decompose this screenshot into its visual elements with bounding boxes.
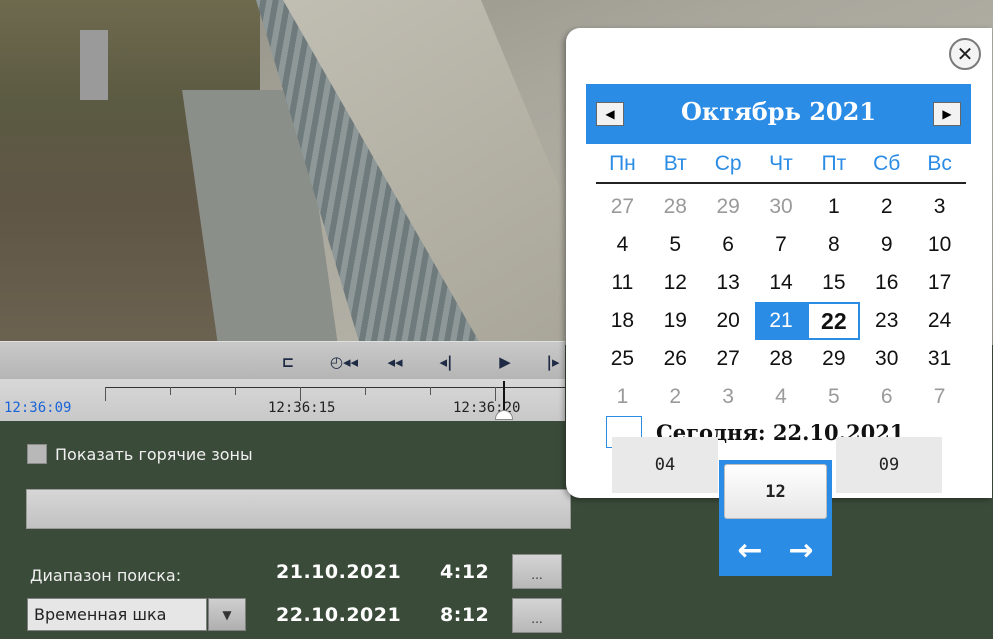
time-current-value[interactable]: 12 xyxy=(724,464,827,519)
time-arrows: ← → xyxy=(719,530,832,570)
time-next-value[interactable]: 09 xyxy=(836,437,942,493)
calendar-day[interactable]: 9 xyxy=(860,226,913,264)
calendar-day-other-month[interactable]: 7 xyxy=(913,378,966,416)
calendar-day[interactable]: 1 xyxy=(807,188,860,226)
timeline-tick xyxy=(430,387,431,395)
calendar-day-other-month[interactable]: 5 xyxy=(807,378,860,416)
mode-select[interactable]: Временная шка xyxy=(27,598,207,631)
calendar-day[interactable]: 25 xyxy=(596,340,649,378)
timeline-label: 12:36:15 xyxy=(268,400,336,416)
exit-archive-icon[interactable]: ⊏ xyxy=(276,351,300,373)
date-picker-popup: ✕ ◀ Октябрь 2021 ▶ Пн Вт Ср Чт Пт Сб Вс 27 28 29… xyxy=(566,28,992,498)
range-from-picker-button[interactable]: ... xyxy=(512,554,562,589)
arrow-right-icon[interactable]: → xyxy=(789,533,814,568)
calendar-day[interactable]: 31 xyxy=(913,340,966,378)
range-to-time: 8:12 xyxy=(440,604,490,626)
weekday-header: Пн Вт Ср Чт Пт Сб Вс xyxy=(596,152,966,184)
arrow-left-icon[interactable]: ← xyxy=(737,533,762,568)
fast-rewind-icon[interactable]: ◂◂ xyxy=(380,351,410,373)
search-field[interactable] xyxy=(26,489,571,529)
calendar-day-other-month[interactable]: 27 xyxy=(596,188,649,226)
weekday-label: Вс xyxy=(927,152,952,175)
calendar-day[interactable]: 27 xyxy=(702,340,755,378)
calendar-day[interactable]: 19 xyxy=(649,302,702,340)
calendar-day[interactable]: 17 xyxy=(913,264,966,302)
calendar-day[interactable]: 13 xyxy=(702,264,755,302)
close-icon[interactable]: ✕ xyxy=(949,38,981,70)
calendar-day[interactable]: 15 xyxy=(807,264,860,302)
timeline[interactable]: 12:36:09 12:36:15 12:36:20 xyxy=(0,379,565,421)
range-to-date: 22.10.2021 xyxy=(276,604,402,626)
calendar-day-other-month[interactable]: 29 xyxy=(702,188,755,226)
calendar-day-other-month[interactable]: 3 xyxy=(702,378,755,416)
calendar-day[interactable]: 16 xyxy=(860,264,913,302)
month-title: Октябрь 2021 xyxy=(680,97,877,126)
hot-zones-label: Показать горячие зоны xyxy=(55,444,253,464)
hot-zones-option[interactable]: Показать горячие зоны xyxy=(27,444,253,464)
calendar-day[interactable]: 29 xyxy=(807,340,860,378)
timeline-axis xyxy=(105,387,565,388)
playback-controls: ⊏ ◴◂◂ ◂◂ ◂| ▶ |▸ xyxy=(0,341,565,379)
weekday-label: Сб xyxy=(873,152,901,175)
playhead[interactable] xyxy=(503,381,505,413)
calendar-day[interactable]: 12 xyxy=(649,264,702,302)
hot-zones-checkbox[interactable] xyxy=(27,444,47,464)
weekday-label: Чт xyxy=(769,152,793,175)
triangle-right-icon[interactable]: ▶ xyxy=(933,102,961,126)
timeline-tick xyxy=(235,387,236,395)
timeline-tick xyxy=(365,387,366,395)
calendar-day[interactable]: 3 xyxy=(913,188,966,226)
calendar-day[interactable]: 20 xyxy=(702,302,755,340)
calendar-day[interactable]: 22 xyxy=(807,302,861,340)
calendar-day[interactable]: 30 xyxy=(860,340,913,378)
calendar-day-other-month[interactable]: 28 xyxy=(649,188,702,226)
calendar-day[interactable]: 26 xyxy=(649,340,702,378)
weekday-label: Пт xyxy=(821,152,847,175)
weekday-label: Ср xyxy=(714,152,742,175)
timeline-tick xyxy=(300,387,301,401)
calendar-day[interactable]: 23 xyxy=(860,302,913,340)
calendar-day-other-month[interactable]: 2 xyxy=(649,378,702,416)
timeline-tick xyxy=(495,387,496,401)
calendar-day[interactable]: 18 xyxy=(596,302,649,340)
rewind-to-time-icon[interactable]: ◴◂◂ xyxy=(326,351,362,373)
calendar-day[interactable]: 21 xyxy=(754,302,808,340)
timeline-tick xyxy=(170,387,171,395)
weekday-label: Вт xyxy=(663,152,687,175)
calendar-day[interactable]: 6 xyxy=(702,226,755,264)
step-forward-icon[interactable]: |▸ xyxy=(541,351,565,373)
calendar-header: ◀ Октябрь 2021 ▶ xyxy=(586,84,971,144)
current-time: 12:36:09 xyxy=(4,400,72,416)
play-icon[interactable]: ▶ xyxy=(493,351,517,373)
search-range-label: Диапазон поиска: xyxy=(30,566,182,585)
range-to-picker-button[interactable]: ... xyxy=(512,598,562,633)
video-object xyxy=(80,30,108,100)
calendar-days: 27 28 29 30 1 2 3 4 5 6 7 8 9 10 11 12 13 14 15 16 17 18 19 20 2… xyxy=(596,188,966,416)
calendar-day-other-month[interactable]: 1 xyxy=(596,378,649,416)
calendar-day[interactable]: 28 xyxy=(755,340,808,378)
calendar-day[interactable]: 8 xyxy=(807,226,860,264)
calendar-day[interactable]: 24 xyxy=(913,302,966,340)
calendar-day-other-month[interactable]: 4 xyxy=(755,378,808,416)
range-from-time: 4:12 xyxy=(440,561,490,583)
calendar-day-other-month[interactable]: 30 xyxy=(755,188,808,226)
calendar-day[interactable]: 7 xyxy=(755,226,808,264)
calendar-day[interactable]: 10 xyxy=(913,226,966,264)
calendar-day[interactable]: 5 xyxy=(649,226,702,264)
calendar-day[interactable]: 4 xyxy=(596,226,649,264)
range-from-date: 21.10.2021 xyxy=(276,561,402,583)
step-back-icon[interactable]: ◂| xyxy=(434,351,458,373)
timeline-tick xyxy=(105,387,106,401)
calendar-day[interactable]: 2 xyxy=(860,188,913,226)
calendar-day-other-month[interactable]: 6 xyxy=(860,378,913,416)
weekday-label: Пн xyxy=(609,152,636,175)
calendar-day[interactable]: 11 xyxy=(596,264,649,302)
chevron-down-icon[interactable]: ▼ xyxy=(208,598,246,631)
calendar-day[interactable]: 14 xyxy=(755,264,808,302)
time-prev-value[interactable]: 04 xyxy=(612,437,718,493)
